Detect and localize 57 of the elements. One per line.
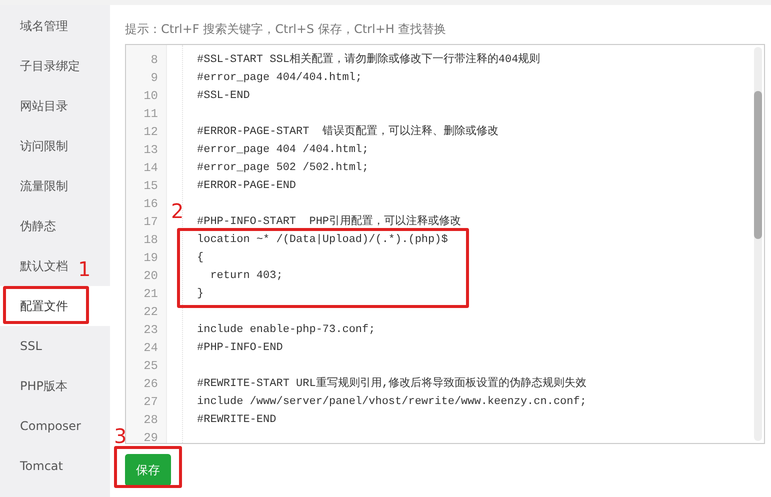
line-number: 25 [142,358,159,375]
line-number: 15 [142,178,159,195]
code-line: #PHP-INFO-START PHP引用配置，可以注释或修改 [197,214,462,230]
line-number: 9 [150,70,159,87]
line-number: 27 [142,394,159,411]
line-number: 24 [142,340,159,357]
line-number: 21 [142,286,159,303]
line-number: 8 [150,52,159,69]
line-number: 18 [142,232,159,249]
code-line: #REWRITE-START URL重写规则引用,修改后将导致面板设置的伪静态规则失效 [197,376,588,392]
code-line: include /www/server/panel/vhost/rewrite/www.keenzy.cn.conf; [197,395,588,410]
line-number: 13 [142,142,159,159]
line-number: 16 [142,196,159,213]
code-line: location ~* /(Data|Upload)/(.*).(php)$ [197,233,449,248]
code-line: #SSL-START SSL相关配置，请勿删除或修改下一行带注释的404规则 [197,52,542,68]
code-line: #error_page 404/404.html; [197,71,364,86]
sidebar-item[interactable]: PHP版本 [0,366,74,406]
line-number: 19 [142,250,159,267]
callout-number: 2 [171,199,184,223]
sidebar-item[interactable]: Tomcat [0,446,69,486]
sidebar-item[interactable]: 子目录绑定 [0,46,86,86]
code-line: #error_page 404 /404.html; [197,143,370,158]
code-line: #PHP-INFO-END [197,341,284,356]
line-number: 14 [142,160,159,177]
code-line: #REWRITE-END [197,413,278,428]
code-line: { [197,251,205,266]
line-number: 17 [142,214,159,231]
highlight-frame [114,446,182,488]
code-line: return 403; [209,269,284,284]
line-number: 23 [142,322,159,339]
line-number: 20 [142,268,159,285]
line-number: 22 [142,304,159,321]
sidebar-item[interactable]: 域名管理 [0,6,74,46]
sidebar-item[interactable]: 流量限制 [0,166,74,206]
sidebar-item[interactable]: SSL [0,326,48,366]
code-line: include enable-php-73.conf; [197,323,376,338]
code-line: #error_page 502 /502.html; [197,161,370,176]
sidebar-item[interactable]: 伪静态 [0,206,62,246]
line-number: 10 [142,88,159,105]
line-number: 26 [142,376,159,393]
hint-text: 提示：Ctrl+F 搜索关键字，Ctrl+S 保存，Ctrl+H 查找替换 [125,21,448,38]
sidebar-item[interactable]: Composer [0,406,87,446]
code-editor[interactable] [125,44,765,444]
sidebar-item[interactable]: 网站目录 [0,86,74,126]
code-line: #ERROR-PAGE-END [197,179,298,194]
code-line: #ERROR-PAGE-START 错误页配置，可以注释、删除或修改 [197,124,500,140]
callout-number: 3 [114,424,127,448]
line-number: 28 [142,412,159,429]
sidebar-item[interactable]: 访问限制 [0,126,74,166]
callout-number: 1 [78,257,91,281]
sidebar-item[interactable]: 默认文档 [0,246,74,286]
code-line: #SSL-END [197,89,251,104]
line-number: 29 [142,430,159,443]
code-line: } [197,287,205,302]
line-number: 11 [142,106,159,123]
line-number: 12 [142,124,159,141]
scrollbar[interactable] [754,47,762,441]
